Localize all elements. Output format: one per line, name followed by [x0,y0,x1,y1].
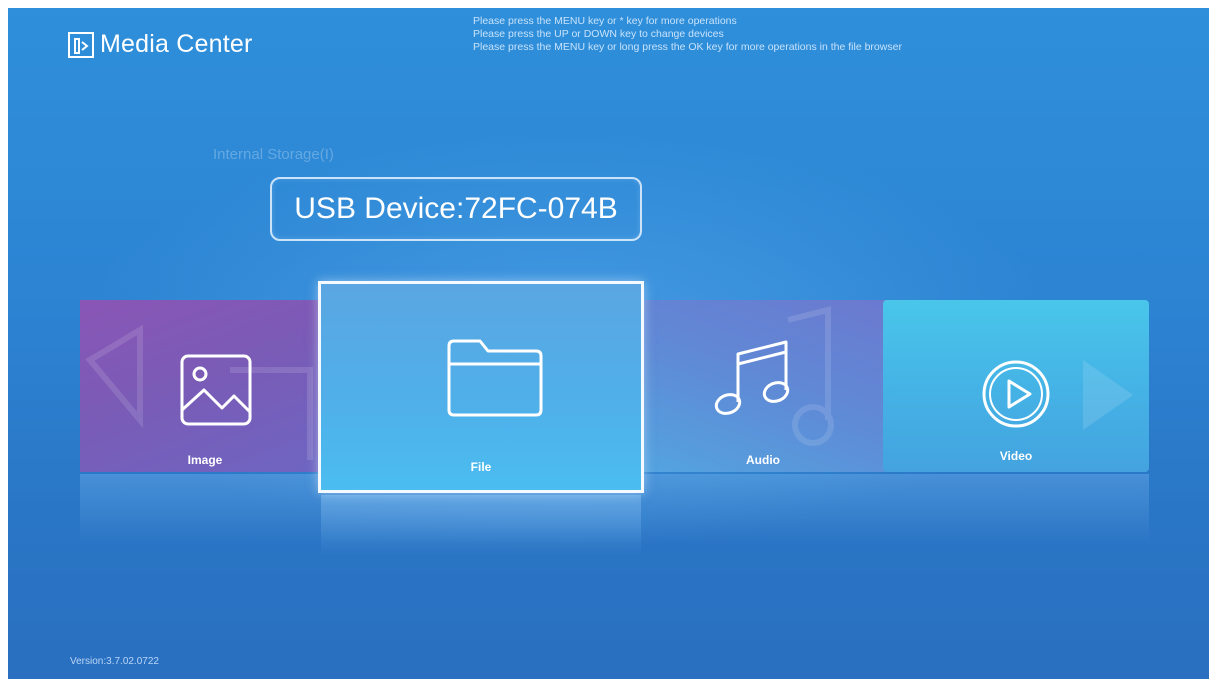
music-note-icon [714,340,790,415]
tile-video-label: Video [999,449,1033,463]
hint-line: Please press the MENU key or long press … [473,41,902,53]
media-center-logo-icon [68,31,94,58]
device-option-usb-selected[interactable]: USB Device:72FC-074B [270,177,642,241]
instruction-hints: Please press the MENU key or * key for m… [473,15,902,54]
folder-icon [447,339,543,417]
tile-file-label: File [470,460,492,474]
tile-image-label: Image [187,453,223,467]
version-label: Version:3.7.02.0722 [70,656,159,667]
image-icon [180,354,252,426]
tile-audio-label: Audio [746,453,780,467]
tile-video[interactable]: Video [883,300,1149,472]
hint-line: Please press the MENU key or * key for m… [473,15,737,27]
tile-file-selected[interactable]: File [318,281,644,493]
hint-line: Please press the UP or DOWN key to chang… [473,28,724,40]
tile-image[interactable]: Image [80,300,330,472]
media-center-screen: Media Center Please press the MENU key o… [8,8,1209,679]
play-circle-icon [982,360,1050,428]
app-title: Media Center [100,30,253,58]
tile-audio[interactable]: Audio [638,300,888,472]
file-tile-reflection [321,495,641,555]
app-header: Media Center [68,30,252,59]
device-option-internal-storage[interactable]: Internal Storage(I) [213,146,334,163]
